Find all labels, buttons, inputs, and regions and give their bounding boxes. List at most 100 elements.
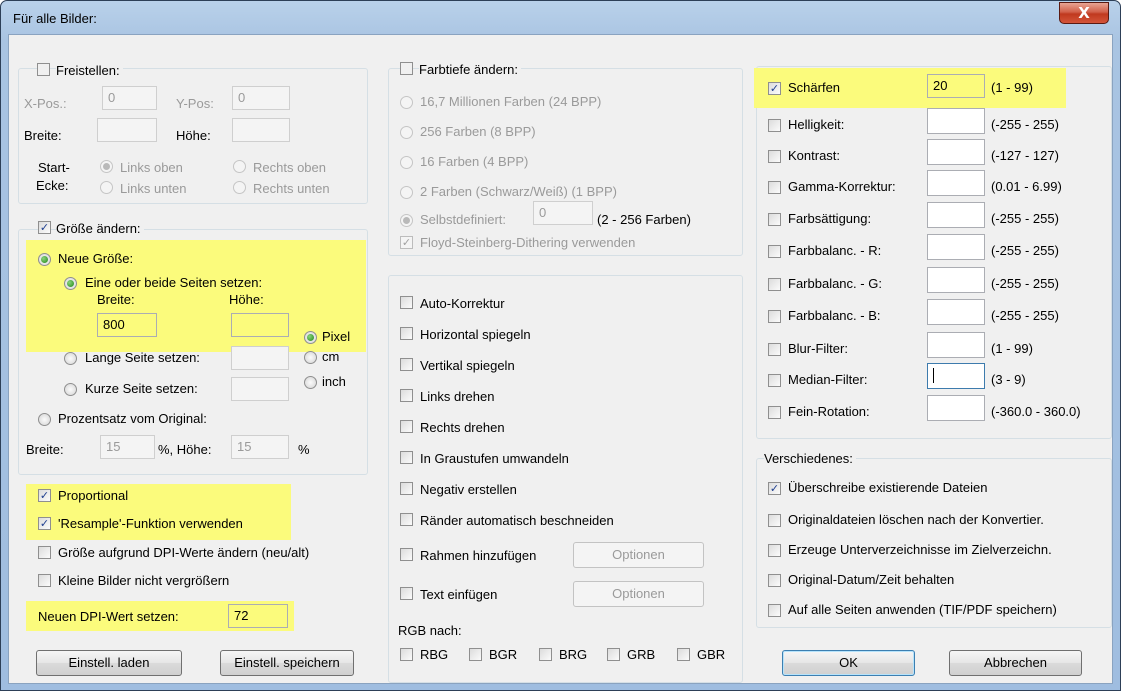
balance-r-checkbox[interactable] <box>768 245 781 258</box>
blur-input[interactable] <box>927 332 985 358</box>
rgb-grb-checkbox[interactable] <box>607 648 620 661</box>
percent-radio[interactable] <box>38 413 51 426</box>
rgb-brg-checkbox[interactable] <box>539 648 552 661</box>
pct-height-input[interactable]: 15 <box>231 435 289 459</box>
rgb-rbg-checkbox[interactable] <box>400 648 413 661</box>
contrast-checkbox[interactable] <box>768 150 781 163</box>
ypos-input[interactable]: 0 <box>232 86 290 110</box>
blur-checkbox[interactable] <box>768 343 781 356</box>
all-pages-checkbox[interactable] <box>768 604 781 617</box>
proportional-checkbox[interactable]: ✓ <box>38 489 51 502</box>
resize-label: Größe ändern: <box>56 221 144 237</box>
auto-correct-checkbox[interactable] <box>400 296 413 309</box>
fine-rotation-input[interactable] <box>927 395 985 421</box>
text-options-button[interactable]: Optionen <box>573 581 704 607</box>
color-4bpp-radio[interactable] <box>400 156 413 169</box>
balance-g-checkbox[interactable] <box>768 278 781 291</box>
new-size-radio[interactable] <box>38 253 51 266</box>
short-side-input[interactable] <box>231 377 289 401</box>
corner-bottom-left-radio[interactable] <box>100 181 113 194</box>
long-side-radio[interactable] <box>64 352 77 365</box>
brightness-checkbox[interactable] <box>768 119 781 132</box>
add-border-checkbox[interactable] <box>400 548 413 561</box>
new-size-label: Neue Größe: <box>58 251 134 266</box>
color-depth-checkbox[interactable] <box>400 62 413 75</box>
corner-bottom-right-radio[interactable] <box>233 181 246 194</box>
corner-top-right-radio[interactable] <box>233 160 246 173</box>
create-subdirs-checkbox[interactable] <box>768 544 781 557</box>
xpos-input[interactable]: 0 <box>102 86 157 110</box>
gamma-label: Gamma-Korrektur: <box>788 179 896 194</box>
balance-b-input[interactable] <box>927 299 985 325</box>
set-sides-radio[interactable] <box>64 277 77 290</box>
pct-width-input[interactable]: 15 <box>100 435 155 459</box>
crop-label: Freistellen: <box>56 63 123 79</box>
resample-checkbox[interactable]: ✓ <box>38 517 51 530</box>
autocrop-checkbox[interactable] <box>400 513 413 526</box>
title-bar[interactable]: Für alle Bilder: X <box>1 1 1121 35</box>
balance-r-input[interactable] <box>927 234 985 260</box>
balance-r-label: Farbbalanc. - R: <box>788 243 882 258</box>
dpi-resize-checkbox[interactable] <box>38 546 51 559</box>
rotate-left-label: Links drehen <box>420 389 495 404</box>
rgb-bgr-checkbox[interactable] <box>469 648 482 661</box>
resize-checkbox[interactable]: ✓ <box>38 221 51 234</box>
color-4bpp-label: 16 Farben (4 BPP) <box>420 154 529 169</box>
saturation-checkbox[interactable] <box>768 213 781 226</box>
median-range: (3 - 9) <box>991 372 1026 387</box>
no-enlarge-checkbox[interactable] <box>38 574 51 587</box>
size-width-label: Breite: <box>97 292 135 307</box>
color-1bpp-radio[interactable] <box>400 186 413 199</box>
close-button[interactable]: X <box>1059 2 1109 24</box>
color-custom-input[interactable]: 0 <box>533 201 593 225</box>
saturation-input[interactable] <box>927 202 985 228</box>
median-input[interactable] <box>927 363 985 389</box>
add-text-checkbox[interactable] <box>400 587 413 600</box>
dpi-input[interactable]: 72 <box>228 604 288 628</box>
balance-g-input[interactable] <box>927 267 985 293</box>
gamma-input[interactable] <box>927 170 985 196</box>
color-8bpp-radio[interactable] <box>400 126 413 139</box>
unit-cm-radio[interactable] <box>304 351 317 364</box>
color-custom-radio[interactable] <box>400 214 413 227</box>
rotate-right-checkbox[interactable] <box>400 420 413 433</box>
median-checkbox[interactable] <box>768 374 781 387</box>
negative-checkbox[interactable] <box>400 482 413 495</box>
unit-inch-radio[interactable] <box>304 376 317 389</box>
long-side-input[interactable] <box>231 346 289 370</box>
cancel-button[interactable]: Abbrechen <box>949 650 1082 676</box>
grayscale-checkbox[interactable] <box>400 451 413 464</box>
sharpen-input[interactable]: 20 <box>927 74 985 98</box>
size-width-input[interactable]: 800 <box>97 313 157 337</box>
overwrite-checkbox[interactable]: ✓ <box>768 482 781 495</box>
brightness-input[interactable] <box>927 108 985 134</box>
fine-rotation-range: (-360.0 - 360.0) <box>991 404 1081 419</box>
load-settings-button[interactable]: Einstell. laden <box>36 650 182 676</box>
auto-correct-label: Auto-Korrektur <box>420 296 505 311</box>
contrast-label: Kontrast: <box>788 148 841 163</box>
corner-bottom-right-label: Rechts unten <box>253 181 330 196</box>
fine-rotation-checkbox[interactable] <box>768 406 781 419</box>
contrast-input[interactable] <box>927 139 985 165</box>
flip-v-checkbox[interactable] <box>400 358 413 371</box>
ok-button[interactable]: OK <box>782 650 915 676</box>
crop-width-input[interactable] <box>97 118 157 142</box>
corner-top-left-radio[interactable] <box>100 160 113 173</box>
rotate-left-checkbox[interactable] <box>400 389 413 402</box>
flip-h-checkbox[interactable] <box>400 327 413 340</box>
dither-checkbox[interactable]: ✓ <box>400 236 413 249</box>
crop-checkbox[interactable] <box>37 63 50 76</box>
unit-pixel-radio[interactable] <box>304 331 317 344</box>
gamma-checkbox[interactable] <box>768 181 781 194</box>
color-24bpp-radio[interactable] <box>400 96 413 109</box>
rgb-gbr-checkbox[interactable] <box>677 648 690 661</box>
keep-datetime-checkbox[interactable] <box>768 574 781 587</box>
border-options-button[interactable]: Optionen <box>573 542 704 568</box>
crop-height-input[interactable] <box>232 118 290 142</box>
delete-originals-checkbox[interactable] <box>768 514 781 527</box>
sharpen-checkbox[interactable]: ✓ <box>768 82 781 95</box>
size-height-input[interactable] <box>231 313 289 337</box>
save-settings-button[interactable]: Einstell. speichern <box>220 650 354 676</box>
short-side-radio[interactable] <box>64 383 77 396</box>
balance-b-checkbox[interactable] <box>768 310 781 323</box>
